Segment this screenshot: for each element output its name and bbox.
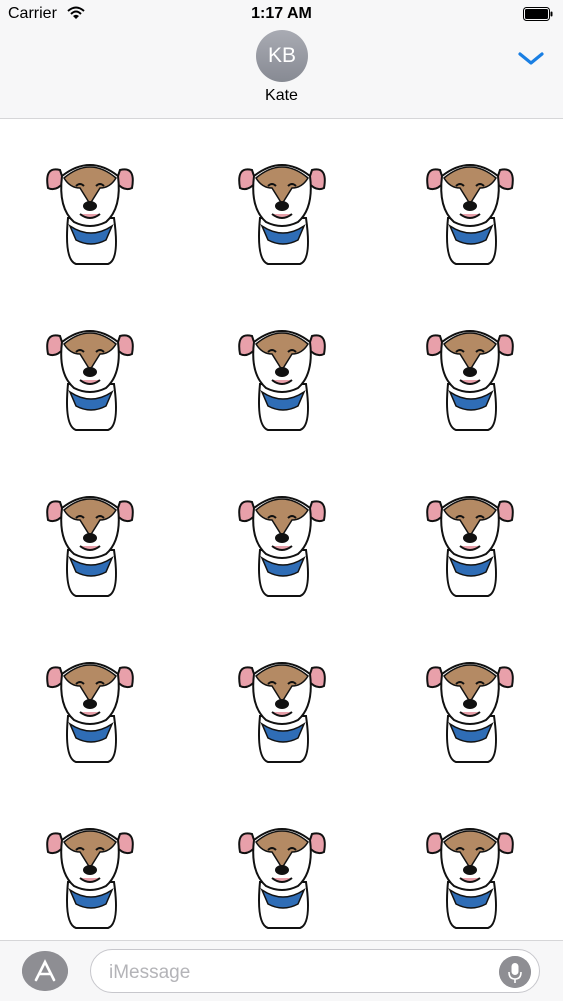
dog-sticker-dumbbell[interactable] (222, 480, 342, 600)
dog-sticker-barking[interactable] (30, 148, 150, 268)
clock: 1:17 AM (251, 5, 312, 22)
dog-sticker-sleeping[interactable] (222, 148, 342, 268)
input-placeholder: iMessage (109, 962, 191, 983)
dog-sticker-standing[interactable] (410, 480, 530, 600)
dog-sticker-calm[interactable] (410, 812, 530, 932)
battery-icon (523, 7, 553, 21)
contact-name[interactable]: Kate (0, 87, 563, 105)
imessage-input[interactable]: iMessage (90, 949, 540, 993)
sticker-grid (0, 118, 563, 940)
dog-sticker-lying-tongue[interactable] (410, 646, 530, 766)
chevron-down-icon[interactable] (517, 48, 545, 68)
dog-sticker-staring[interactable] (30, 314, 150, 434)
microphone-icon[interactable] (499, 956, 531, 988)
dog-sticker-tongue-out[interactable] (222, 646, 342, 766)
avatar[interactable]: KB (256, 30, 308, 82)
dog-sticker-happy[interactable] (410, 148, 530, 268)
dog-sticker-grinning[interactable] (222, 812, 342, 932)
dog-sticker-begging[interactable] (410, 314, 530, 434)
dog-sticker-howling[interactable] (222, 314, 342, 434)
conversation-header: KB Kate (0, 28, 563, 119)
status-bar: Carrier 1:17 AM (0, 0, 563, 28)
dog-sticker-running[interactable] (30, 646, 150, 766)
dog-sticker-stretching[interactable] (30, 812, 150, 932)
message-input-bar: iMessage (0, 940, 563, 1001)
app-store-icon[interactable] (22, 951, 68, 991)
dog-sticker-scratching[interactable] (30, 480, 150, 600)
